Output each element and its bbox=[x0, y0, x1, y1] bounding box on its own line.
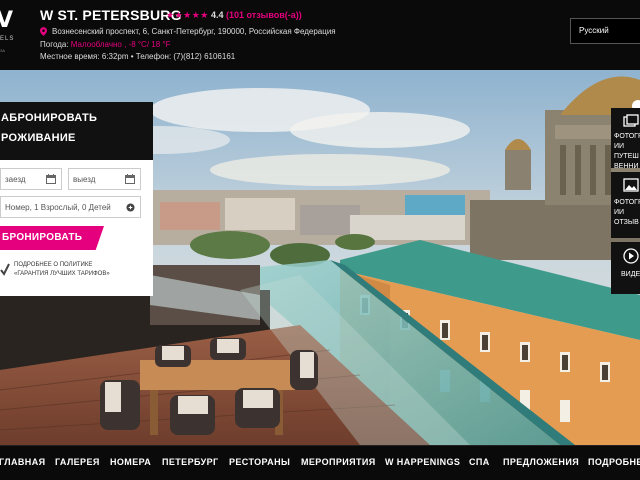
nav-item-petersburg[interactable]: ПЕТЕРБУРГ bbox=[162, 457, 219, 467]
checkout-field[interactable]: выезд bbox=[68, 168, 141, 190]
language-value: Русский bbox=[579, 26, 609, 35]
nav-item-restaurants[interactable]: РЕСТОРАНЫ bbox=[229, 457, 290, 467]
weather-label: Погода: bbox=[40, 40, 69, 49]
calendar-icon[interactable] bbox=[125, 174, 135, 184]
w-hotels-logo[interactable]: V ELS ЗА bbox=[0, 8, 22, 60]
review-photos-button[interactable]: ФОТОГР ИИ ОТЗЫВ bbox=[611, 172, 640, 238]
nav-item-gallery[interactable]: ГАЛЕРЕЯ bbox=[55, 457, 100, 467]
nav-item-offers[interactable]: ПРЕДЛОЖЕНИЯ bbox=[503, 457, 579, 467]
hotel-name: W ST. PETERSBURG bbox=[40, 7, 182, 23]
map-pin-icon bbox=[40, 27, 47, 36]
photos-icon bbox=[623, 114, 639, 127]
traveler-photos-label: ФОТОГРА ИИ ПУТЕШ ВЕННИ bbox=[614, 133, 640, 168]
main-nav: ГЛАВНАЯ ГАЛЕРЕЯ НОМЕРА ПЕТЕРБУРГ РЕСТОРА… bbox=[0, 445, 640, 480]
check-badge-icon bbox=[0, 263, 10, 276]
policy-line2: «ГАРАНТИЯ ЛУЧШИХ ТАРИФОВ» bbox=[14, 271, 110, 277]
checkin-placeholder: заезд bbox=[5, 175, 26, 184]
nav-item-rooms[interactable]: НОМЕРА bbox=[110, 457, 151, 467]
logo-text: ELS bbox=[0, 36, 15, 42]
calendar-icon[interactable] bbox=[46, 174, 56, 184]
booking-title-line2: РОЖИВАНИЕ bbox=[1, 132, 76, 144]
logo-letter: V bbox=[0, 8, 13, 33]
language-select[interactable]: Русский bbox=[570, 18, 640, 44]
play-icon bbox=[623, 248, 639, 264]
nav-item-more[interactable]: ПОДРОБНЕЕ bbox=[588, 457, 640, 467]
site-header: V ELS ЗА W ST. PETERSBURG ★★★★★ 4.4 (101… bbox=[0, 0, 640, 70]
video-label: ВИДЕ bbox=[621, 271, 640, 278]
rooms-guests-value: Номер, 1 Взрослый, 0 Детей bbox=[5, 203, 111, 212]
address-row: Вознесенский проспект, 6, Санкт-Петербур… bbox=[40, 27, 336, 36]
weather-row: Погода: Малооблачно , -8 °C/ 18 °F bbox=[40, 40, 171, 49]
nav-item-spa[interactable]: СПА bbox=[469, 457, 490, 467]
booking-widget: АБРОНИРОВАТЬ РОЖИВАНИЕ заезд выезд Номер… bbox=[0, 102, 153, 296]
rating-value: 4.4 bbox=[211, 10, 224, 20]
logo-subtext: ЗА bbox=[0, 48, 6, 53]
booking-header: АБРОНИРОВАТЬ РОЖИВАНИЕ bbox=[0, 102, 153, 160]
address-text[interactable]: Вознесенский проспект, 6, Санкт-Петербур… bbox=[52, 27, 336, 36]
traveler-photos-button[interactable]: ФОТОГРА ИИ ПУТЕШ ВЕННИ bbox=[611, 108, 640, 168]
weather-value: Малооблачно , -8 °C/ 18 °F bbox=[70, 40, 171, 49]
video-button[interactable]: ВИДЕ bbox=[611, 242, 640, 294]
checkin-field[interactable]: заезд bbox=[0, 168, 62, 190]
booking-title-line1: АБРОНИРОВАТЬ bbox=[1, 112, 98, 124]
image-icon bbox=[623, 178, 639, 192]
policy-line1: ПОДРОБНЕЕ О ПОЛИТИКЕ bbox=[14, 262, 93, 268]
nav-item-events[interactable]: МЕРОПРИЯТИЯ bbox=[301, 457, 376, 467]
nav-item-home[interactable]: ГЛАВНАЯ bbox=[0, 457, 45, 467]
reviews-link[interactable]: (101 отзывов(-а)) bbox=[226, 10, 302, 20]
nav-item-w-happenings[interactable]: W HAPPENINGS bbox=[385, 457, 460, 467]
best-rate-policy-link[interactable]: ПОДРОБНЕЕ О ПОЛИТИКЕ «ГАРАНТИЯ ЛУЧШИХ ТА… bbox=[0, 260, 150, 284]
local-time-phone: Местное время: 6:32pm • Телефон: (7)(812… bbox=[40, 52, 236, 61]
options-icon[interactable] bbox=[126, 203, 135, 212]
checkout-placeholder: выезд bbox=[73, 175, 96, 184]
star-rating: ★★★★★ bbox=[166, 10, 209, 20]
rooms-guests-field[interactable]: Номер, 1 Взрослый, 0 Детей bbox=[0, 196, 141, 218]
review-photos-label: ФОТОГР ИИ ОТЗЫВ bbox=[614, 199, 640, 226]
book-button[interactable]: БРОНИРОВАТЬ bbox=[0, 226, 104, 250]
